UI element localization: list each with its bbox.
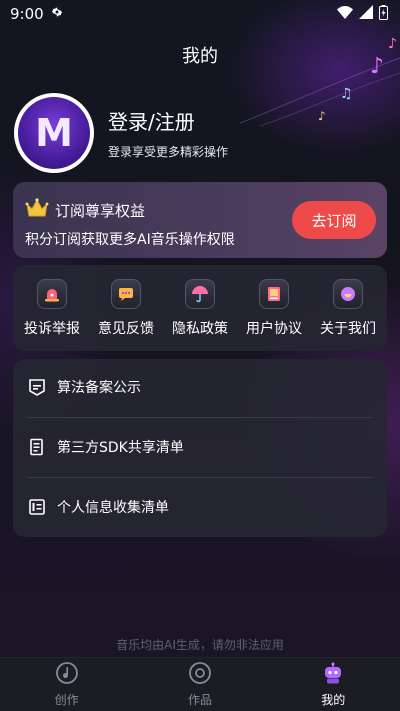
list-item-third-party-sdk[interactable]: 第三方SDK共享清单 [27, 419, 373, 475]
umbrella-icon [185, 278, 215, 309]
page-title: 我的 [182, 46, 218, 67]
subscription-description: 积分订阅获取更多AI音乐操作权限 [25, 232, 235, 248]
quick-action-privacy[interactable]: 隐私政策 [163, 278, 237, 338]
robot-icon [321, 661, 345, 689]
quick-action-agreement[interactable]: 用户协议 [237, 278, 311, 338]
divider [27, 417, 373, 418]
alarm-icon [37, 278, 67, 309]
list-item-algorithm-filing[interactable]: 算法备案公示 [27, 359, 373, 415]
quick-action-feedback[interactable]: 意见反馈 [89, 278, 163, 338]
profile-section[interactable]: M 登录/注册 登录享受更多精彩操作 [14, 93, 228, 173]
document-list-icon [27, 437, 47, 457]
login-subtitle: 登录享受更多精彩操作 [108, 145, 229, 159]
music-note-icon [55, 661, 79, 689]
disc-icon [188, 661, 212, 689]
login-register-title[interactable]: 登录/注册 [108, 106, 228, 135]
nav-label: 我的 [321, 693, 346, 707]
signal-icon [359, 5, 373, 23]
status-bar: 9:00 [0, 0, 400, 28]
book-icon [259, 278, 289, 309]
nav-tab-works[interactable]: 作品 [150, 661, 250, 708]
quick-action-label: 用户协议 [246, 320, 302, 337]
list-item-label: 算法备案公示 [57, 380, 141, 396]
list-item-label: 第三方SDK共享清单 [57, 440, 184, 456]
svg-text:♫: ♫ [340, 86, 353, 102]
quick-action-label: 隐私政策 [172, 320, 228, 337]
svg-text:♪: ♪ [318, 109, 326, 123]
message-icon [111, 278, 141, 309]
divider [27, 477, 373, 478]
nav-tab-create[interactable]: 创作 [17, 661, 117, 708]
smile-icon [333, 278, 363, 309]
info-list-card: 算法备案公示 第三方SDK共享清单 个人信息收集清单 [13, 359, 387, 537]
quick-action-label: 投诉举报 [24, 320, 80, 337]
ai-disclaimer: 音乐均由AI生成，请勿非法应用 [116, 638, 284, 652]
nav-label: 作品 [187, 693, 212, 707]
crown-icon [25, 198, 49, 222]
id-card-icon [27, 497, 47, 517]
subscribe-button[interactable]: 去订阅 [292, 201, 376, 239]
avatar[interactable]: M [14, 93, 94, 173]
quick-actions-card: 投诉举报 意见反馈 隐私政策 用户协议 关于我们 [13, 265, 387, 351]
wifi-icon [337, 5, 353, 23]
subscription-card: 订阅尊享权益 积分订阅获取更多AI音乐操作权限 去订阅 [13, 182, 387, 258]
bottom-navigation: 创作 作品 我的 [0, 657, 400, 711]
battery-icon [379, 4, 388, 24]
app-logo-icon: M [18, 97, 90, 169]
settings-gear-icon [50, 5, 64, 23]
nav-label: 创作 [54, 693, 79, 707]
quick-action-report[interactable]: 投诉举报 [15, 278, 89, 338]
quick-action-label: 关于我们 [320, 320, 376, 337]
list-item-personal-info[interactable]: 个人信息收集清单 [27, 479, 373, 535]
quick-action-about[interactable]: 关于我们 [311, 278, 385, 338]
avatar-letter: M [35, 111, 73, 155]
quick-action-label: 意见反馈 [98, 320, 154, 337]
shield-doc-icon [27, 377, 47, 397]
status-time: 9:00 [10, 5, 44, 23]
nav-tab-mine[interactable]: 我的 [283, 661, 383, 708]
subscription-title: 订阅尊享权益 [55, 201, 146, 220]
list-item-label: 个人信息收集清单 [57, 500, 169, 516]
